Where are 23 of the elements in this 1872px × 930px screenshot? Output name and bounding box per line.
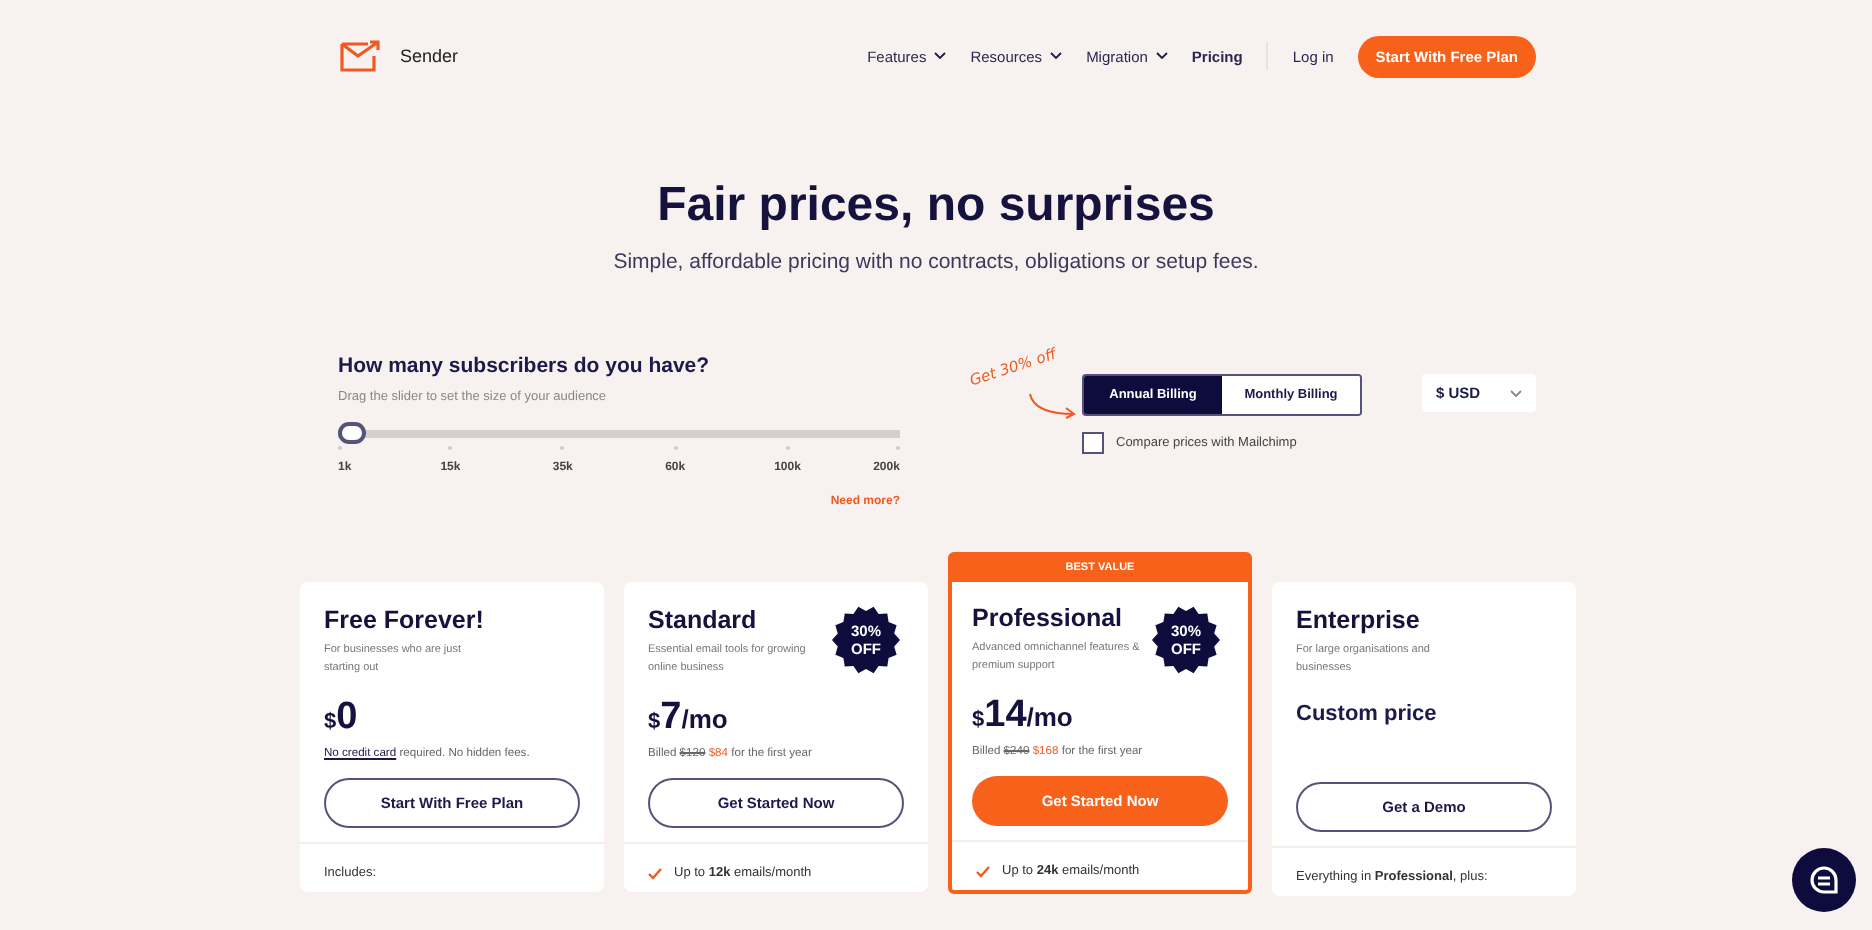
plan-name: Standard [648,606,757,634]
curved-arrow-icon [1026,392,1078,420]
plan-name: Free Forever! [324,606,484,634]
page-subtitle: Simple, affordable pricing with no contracts, obligations or setup fees. [611,250,1261,274]
chevron-down-icon [1155,52,1168,60]
chat-button[interactable] [1792,848,1856,912]
plan-price: $7/mo [648,696,730,740]
chevron-down-icon [1050,52,1063,60]
check-icon [648,867,662,879]
plan-price: $0 [324,696,360,740]
subscribers-question: How many subscribers do you have? [338,354,712,378]
brand-name: Sender [400,46,459,66]
envelope-logo-icon [340,40,384,72]
page-title: Fair prices, no surprises [655,176,1217,236]
check-icon [976,865,990,877]
plan-name: Enterprise [1296,606,1420,634]
compare-checkbox[interactable] [1082,432,1104,454]
chat-icon [1808,864,1840,896]
plan-name: Professional [972,604,1123,632]
chevron-down-icon [1510,389,1522,397]
chevron-down-icon [934,52,947,60]
plan-price: $14/mo [972,694,1075,738]
custom-price: Custom price [1296,702,1439,730]
